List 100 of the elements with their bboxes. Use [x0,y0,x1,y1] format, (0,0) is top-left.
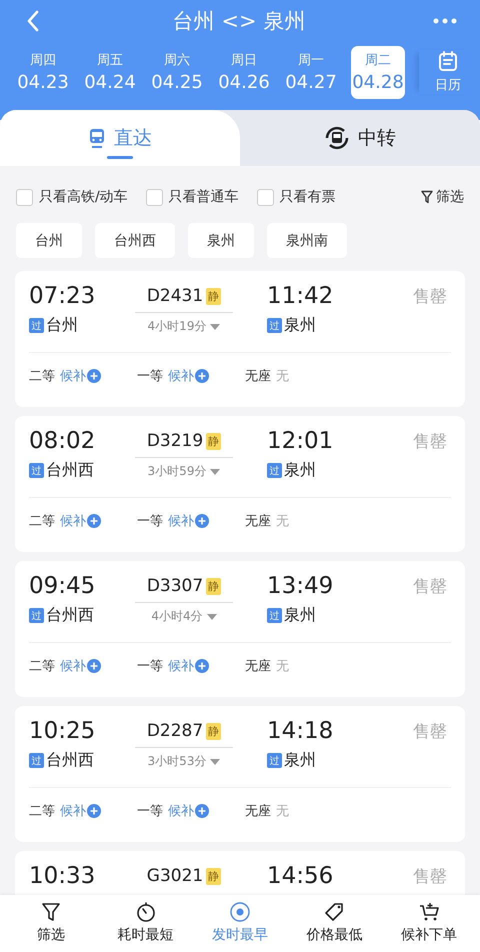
seat-class: 无座 [245,803,271,820]
plus-icon [195,369,209,383]
date-tab[interactable]: 周五 04.24 [77,46,143,98]
waitlist-button[interactable]: 候补 [60,367,101,385]
train-card[interactable]: 10:25 D2287 静 14:18 售罄 过 台州西 3小时53分 过 泉州 二等 候补 一等 候补 无座 无 [15,706,465,842]
filter-checkbox[interactable]: 只看有票 [256,188,336,206]
pass-badge: 过 [29,753,44,768]
train-number: D3307 [146,576,204,596]
quiet-tag: 静 [206,578,222,594]
seat-availability: 无 [276,658,289,675]
mode-tab[interactable]: 直达 [0,110,240,166]
train-card[interactable]: 07:23 D2431 静 11:42 售罄 过 台州 4小时19分 过 泉州 二等 候补 一等 候补 无座 无 [15,271,465,407]
quiet-tag: 静 [206,722,222,740]
sold-out-label: 售罄 [413,286,447,308]
plus-icon [195,514,209,528]
sold-out-label: 售罄 [413,576,447,598]
mode-tab[interactable]: 中转 [240,110,480,166]
more-icon [432,18,457,24]
seat-class: 二等 [29,803,55,820]
bottom-tab[interactable]: 筛选 [5,901,98,952]
departure-time: 07:23 [29,283,96,309]
pass-badge: 过 [29,608,44,623]
station-name: 泉州 [284,605,316,626]
departure-time: 10:25 [29,718,96,744]
station-name: 台州 [46,315,78,336]
caret-icon [210,324,220,330]
pass-badge: 过 [267,318,282,333]
seat-class: 二等 [29,513,55,530]
waitlist-button[interactable]: 候补 [168,367,209,385]
waitlist-button[interactable]: 候补 [60,802,101,820]
filter-checkbox[interactable]: 只看高铁/动车 [16,188,128,206]
station-name: 台州西 [46,460,94,481]
bottom-tab[interactable]: 发时最早 [194,901,286,952]
train-number: G3021 [146,866,204,886]
quiet-tag: 静 [206,288,222,304]
plus-icon [195,659,209,673]
duration-toggle[interactable]: 4小时19分 [135,312,233,335]
plus-icon [87,369,101,383]
seat-class: 无座 [245,368,271,385]
station-name: 泉州 [284,750,316,771]
plus-icon [87,514,101,528]
seat-class: 二等 [29,368,55,385]
seat-class: 无座 [245,658,271,675]
seat-class: 无座 [245,513,271,530]
cart-icon [418,901,440,923]
date-tab[interactable]: 周二 04.28 [351,46,405,98]
train-number: D3219 [146,431,204,451]
station-name: 泉州 [284,460,316,481]
departure-time: 10:33 [29,863,96,889]
seat-availability: 无 [276,513,289,530]
duration-toggle[interactable]: 3小时59分 [135,457,233,480]
station-chip[interactable]: 台州 [16,223,82,258]
waitlist-button[interactable]: 候补 [168,512,209,530]
train-number: D2431 [146,286,204,306]
seat-availability: 无 [276,803,289,820]
train-cycle-icon [324,125,350,151]
train-card[interactable]: 09:45 D3307 静 13:49 售罄 过 台州西 4小时4分 过 泉州 二等 候补 一等 候补 无座 无 [15,561,465,697]
pass-badge: 过 [29,318,44,333]
quiet-tag: 静 [206,868,222,884]
bottom-tab[interactable]: 候补下单 [382,901,475,952]
train-card[interactable]: 10:33 G3021 静 14:56 售罄 [15,851,465,895]
bottom-tab[interactable]: 价格最低 [288,901,380,952]
bottom-tab[interactable]: 耗时最短 [100,901,192,952]
arrival-time: 13:49 [267,573,334,599]
filter-icon [40,901,62,923]
date-tab[interactable]: 周日 04.26 [211,46,277,98]
seat-class: 一等 [137,368,163,385]
train-card[interactable]: 08:02 D3219 静 12:01 售罄 过 台州西 3小时59分 过 泉州 二等 候补 一等 候补 无座 无 [15,416,465,552]
caret-icon [210,758,220,764]
train-icon [88,128,106,148]
waitlist-button[interactable]: 候补 [60,657,101,675]
pass-badge: 过 [267,753,282,768]
quiet-tag: 静 [206,432,222,450]
date-tab[interactable]: 周四 04.23 [10,46,76,98]
date-tab[interactable]: 周一 04.27 [278,46,344,98]
date-tab[interactable]: 周六 04.25 [144,46,210,98]
calendar-button[interactable]: 日历 [419,50,477,94]
pass-badge: 过 [267,608,282,623]
waitlist-button[interactable]: 候补 [60,512,101,530]
station-chip[interactable]: 泉州南 [267,223,347,258]
station-chip[interactable]: 台州西 [95,223,175,258]
departure-time: 09:45 [29,573,96,599]
caret-icon [206,614,217,620]
waitlist-button[interactable]: 候补 [168,802,209,820]
duration-toggle[interactable]: 3小时53分 [135,747,233,770]
duration-toggle[interactable]: 4小时4分 [135,602,233,625]
filter-button[interactable]: 筛选 [421,188,464,206]
sold-out-label: 售罄 [413,430,447,452]
waitlist-button[interactable]: 候补 [168,657,209,675]
back-icon [26,10,40,32]
filter-checkbox[interactable]: 只看普通车 [146,188,239,206]
seat-class: 一等 [137,513,163,530]
station-name: 泉州 [284,315,316,336]
pass-badge: 过 [29,463,44,478]
pass-badge: 过 [267,463,282,478]
seat-class: 二等 [29,658,55,675]
arrival-time: 14:18 [267,718,334,744]
timer-icon [134,901,157,923]
station-chip[interactable]: 泉州 [188,223,254,258]
seat-class: 一等 [137,803,163,820]
